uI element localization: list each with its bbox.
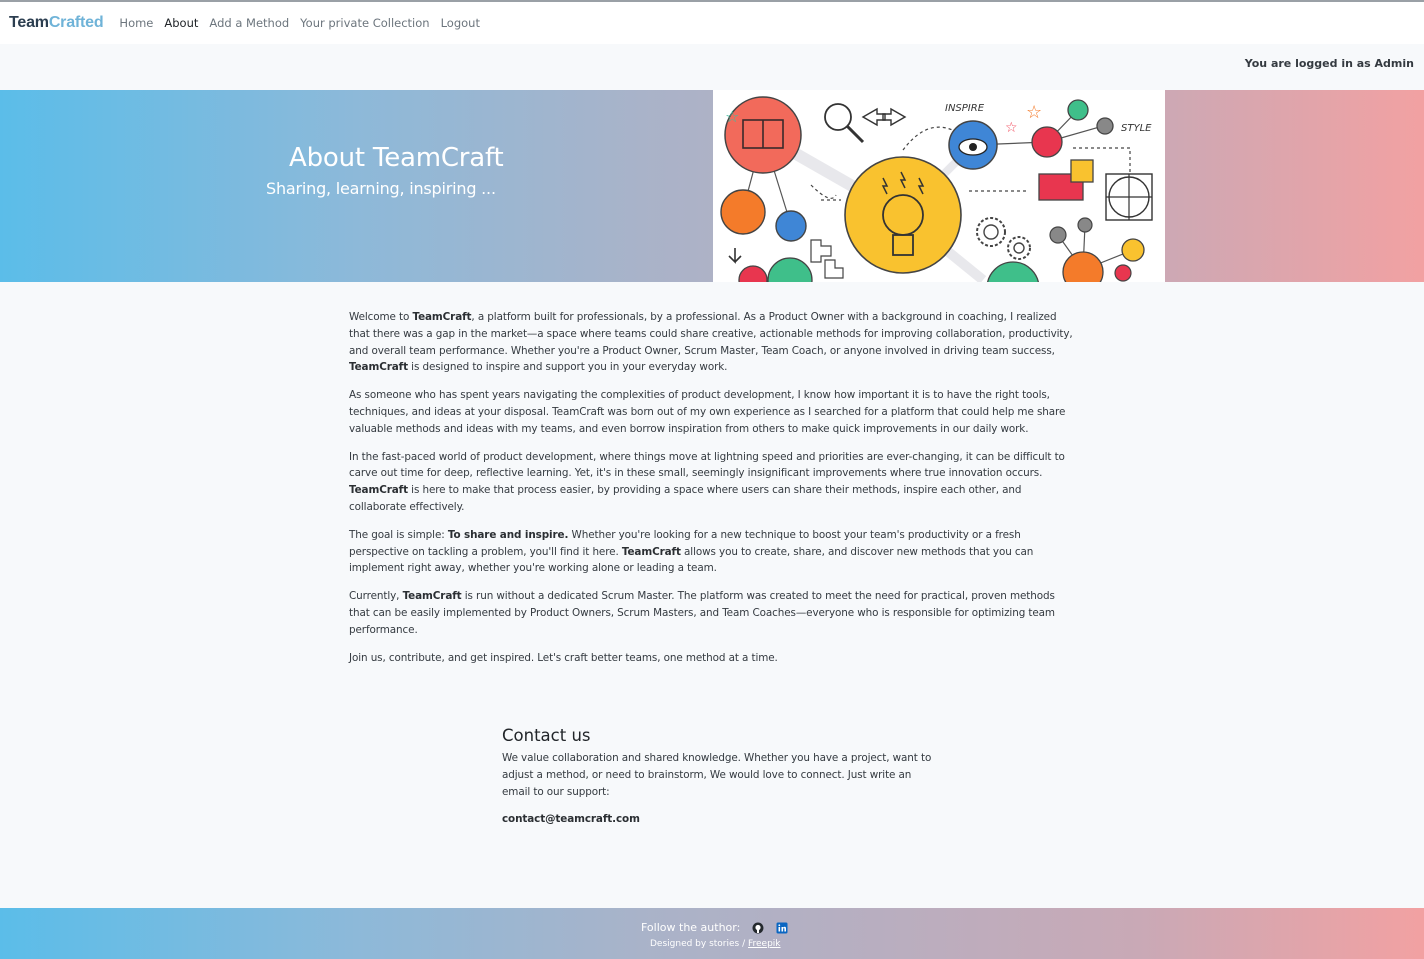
page-subtitle: Sharing, learning, inspiring ...	[266, 179, 496, 198]
paragraph-join: Join us, contribute, and get inspired. L…	[349, 651, 778, 664]
paragraph-fast-paced: In the fast-paced world of product devel…	[349, 450, 1065, 513]
arrows-icon	[861, 107, 907, 127]
nav-logout[interactable]: Logout	[441, 16, 480, 30]
hero-illustration: ☆ INSPIRE ☆ ☆ STYLE	[713, 90, 1165, 282]
nav-about[interactable]: About	[164, 16, 198, 30]
nav-home[interactable]: Home	[119, 16, 153, 30]
page-title: About TeamCraft	[289, 143, 504, 173]
freepik-link[interactable]: Freepik	[748, 939, 781, 949]
contact-section: Contact us We value collaboration and sh…	[502, 726, 932, 828]
gears-icon	[976, 217, 1031, 260]
contact-text: We value collaboration and shared knowle…	[502, 752, 932, 798]
about-content: Welcome to TeamCraft, a platform built f…	[349, 309, 1077, 677]
paragraph-experience: As someone who has spent years navigatin…	[349, 389, 1066, 435]
eye-icon	[948, 120, 998, 170]
svg-text:☆: ☆	[1026, 102, 1042, 123]
lightbulb-icon	[844, 156, 962, 274]
nav-private-collection[interactable]: Your private Collection	[300, 16, 429, 30]
paragraph-goal: The goal is simple: To share and inspire…	[349, 528, 1034, 575]
brand-part-2: Crafted	[48, 14, 104, 31]
follow-label: Follow the author:	[641, 921, 741, 934]
contact-email: contact@teamcraft.com	[502, 813, 640, 826]
svg-text:☆: ☆	[725, 107, 739, 126]
login-status: You are logged in as Admin	[1244, 57, 1414, 70]
follow-author: Follow the author:	[641, 921, 788, 934]
linkedin-icon[interactable]	[776, 922, 788, 934]
style-label: STYLE	[1121, 123, 1152, 134]
crosshair-icon	[1105, 173, 1153, 221]
brand-logo[interactable]: TeamCrafted	[9, 14, 104, 32]
ideas-illustration: ☆ INSPIRE ☆ ☆ STYLE	[720, 96, 1153, 282]
footer: Follow the author: Designed by stories /…	[0, 908, 1424, 959]
designed-by-text: Designed by stories /	[650, 939, 748, 949]
paragraph-currently: Currently, TeamCraft is run without a de…	[349, 590, 1055, 636]
designed-by: Designed by stories / Freepik	[650, 939, 781, 949]
magnifier-icon	[824, 103, 865, 144]
contact-title: Contact us	[502, 726, 591, 745]
brand-part-1: Team	[9, 14, 49, 31]
inspire-label: INSPIRE	[945, 103, 985, 114]
nav-links: Home About Add a Method Your private Col…	[119, 16, 480, 30]
svg-text:☆: ☆	[1005, 120, 1018, 136]
hero-banner: About TeamCraft Sharing, learning, inspi…	[0, 90, 1424, 282]
nav-add-method[interactable]: Add a Method	[209, 16, 289, 30]
navbar: TeamCrafted Home About Add a Method Your…	[0, 2, 1424, 44]
paragraph-welcome: Welcome to TeamCraft, a platform built f…	[349, 311, 1073, 374]
github-icon[interactable]	[752, 922, 764, 934]
puzzle-icon	[810, 239, 844, 279]
